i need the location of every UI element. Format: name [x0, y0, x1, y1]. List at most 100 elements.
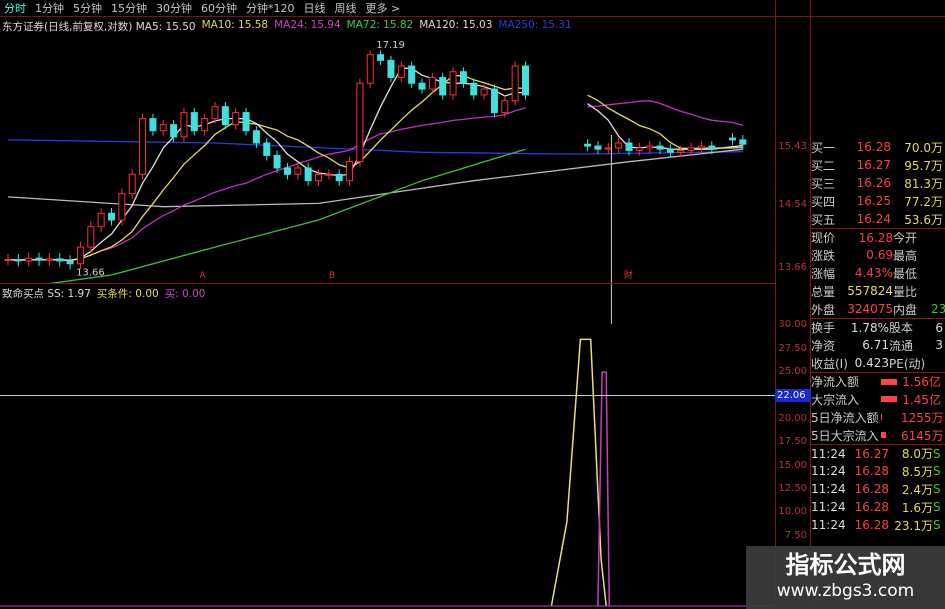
tab-6[interactable]: 分钟*120: [246, 0, 295, 16]
candle: [656, 145, 664, 150]
stat-row: 净资 6.71 流通 3: [811, 336, 945, 354]
candle: [211, 106, 219, 120]
candle: [4, 259, 12, 262]
candle: [739, 139, 747, 145]
event-marker[interactable]: B: [329, 271, 335, 281]
bid-label: 买三: [811, 176, 836, 191]
flow-row: 净流入额 1.56亿: [811, 372, 945, 390]
candle: [366, 54, 374, 84]
flow-label: 5日大宗流入: [811, 428, 879, 443]
tab-8[interactable]: 周线: [335, 0, 357, 16]
indicator-tick: 12.50: [778, 483, 807, 495]
tab-2[interactable]: 5分钟: [73, 0, 102, 16]
tab-3[interactable]: 15分钟: [111, 0, 147, 16]
flow-value: 1255万: [901, 410, 944, 425]
stat-row: 涨幅 4.43% 最低: [811, 264, 945, 282]
tick-volume: 23.1万: [894, 518, 933, 533]
candle: [687, 147, 695, 151]
event-marker[interactable]: A: [199, 271, 206, 281]
stat-label: PE(动): [889, 356, 926, 371]
candle: [76, 246, 84, 265]
candle: [97, 212, 105, 228]
stat-label: 股本: [889, 321, 914, 335]
bid-price: 16.27: [856, 158, 891, 172]
candle: [66, 260, 74, 265]
candle: [418, 82, 426, 90]
stat-label: 净资: [811, 338, 836, 353]
indicator-chart[interactable]: [0, 284, 775, 609]
tick-row: 11:24 16.28 1.6万 S: [811, 498, 945, 516]
tab-9[interactable]: 更多 >: [366, 0, 401, 16]
bid-row: 买一 16.28 70.0万: [811, 138, 945, 156]
bid-volume: 81.3万: [904, 176, 943, 191]
flow-label: 净流入额: [811, 375, 860, 389]
tick-time: 11:24: [811, 464, 846, 478]
candle: [170, 124, 178, 138]
flow-label: 5日净流入额: [811, 410, 879, 425]
event-marker[interactable]: 财: [624, 269, 633, 281]
candle: [201, 118, 209, 132]
bid-label: 买五: [811, 212, 836, 227]
flow-row: 5日大宗流入 6145万: [811, 426, 945, 444]
price-tick: 15.43: [778, 141, 807, 152]
watermark: 指标公式网 www.zbgs3.com: [746, 546, 945, 609]
stat-row: 涨跌 0.69 最高: [811, 246, 945, 264]
candle: [522, 65, 529, 96]
candle: [25, 257, 33, 262]
candle: [273, 154, 281, 169]
bid-label: 买四: [811, 194, 836, 209]
stat-value: 6: [935, 320, 943, 335]
candle: [615, 142, 623, 149]
flow-row: 5日净流入额 1255万: [811, 408, 945, 426]
tab-4[interactable]: 30分钟: [156, 0, 192, 16]
tick-time: 11:24: [811, 482, 846, 496]
tab-7[interactable]: 日线: [304, 0, 326, 16]
stat-value: 4.43%: [854, 266, 893, 280]
tick-side: S: [933, 464, 941, 478]
stat-value: 0.69: [866, 248, 893, 262]
candle: [263, 142, 271, 156]
candle: [190, 112, 198, 132]
indicator-tick: 25.00: [778, 366, 807, 378]
bid-price: 16.25: [856, 194, 891, 208]
flow-bar: [881, 432, 886, 438]
candle: [459, 71, 467, 84]
tick-row: 11:24 16.27 8.0万 S: [811, 444, 945, 462]
candle: [625, 142, 633, 151]
tick-volume: 8.0万: [901, 447, 933, 461]
stat-value: 0.423: [854, 356, 889, 370]
stat-label: 现价: [811, 231, 836, 245]
indicator-tick: 27.50: [778, 342, 807, 354]
candle: [666, 148, 674, 153]
flow-value: 1.45亿: [902, 392, 941, 407]
stat-label: 总量: [811, 284, 836, 299]
stat-label: 最高: [893, 248, 918, 263]
candle: [594, 145, 602, 150]
candle: [470, 82, 478, 96]
flow-value: 1.56亿: [902, 375, 941, 389]
ma10-line: [7, 75, 526, 261]
high-label: 17.19: [376, 40, 405, 51]
stat-row: 现价 16.28 今开: [811, 228, 945, 246]
candle: [180, 112, 188, 138]
candlestick-chart[interactable]: 17.19 13.66 A B 财: [0, 30, 775, 284]
tab-0[interactable]: 分时: [4, 0, 26, 16]
indicator-tick: 20.00: [778, 412, 807, 424]
candle: [729, 137, 736, 141]
flow-row: 大宗流入 1.45亿: [811, 390, 945, 408]
candle: [604, 147, 612, 150]
candle: [449, 71, 457, 96]
candle: [346, 161, 354, 182]
candle: [252, 130, 260, 144]
tab-1[interactable]: 1分钟: [35, 0, 64, 16]
candle: [14, 259, 22, 262]
stat-label: 量比: [893, 284, 918, 299]
candle: [232, 112, 240, 126]
tab-5[interactable]: 60分钟: [201, 0, 237, 16]
candle: [490, 88, 498, 114]
ma72-line: [41, 148, 526, 284]
bid-price: 16.28: [856, 140, 891, 154]
stat-label: 涨幅: [811, 266, 836, 281]
candle: [315, 173, 322, 182]
stat-value: 1.78%: [850, 320, 889, 335]
